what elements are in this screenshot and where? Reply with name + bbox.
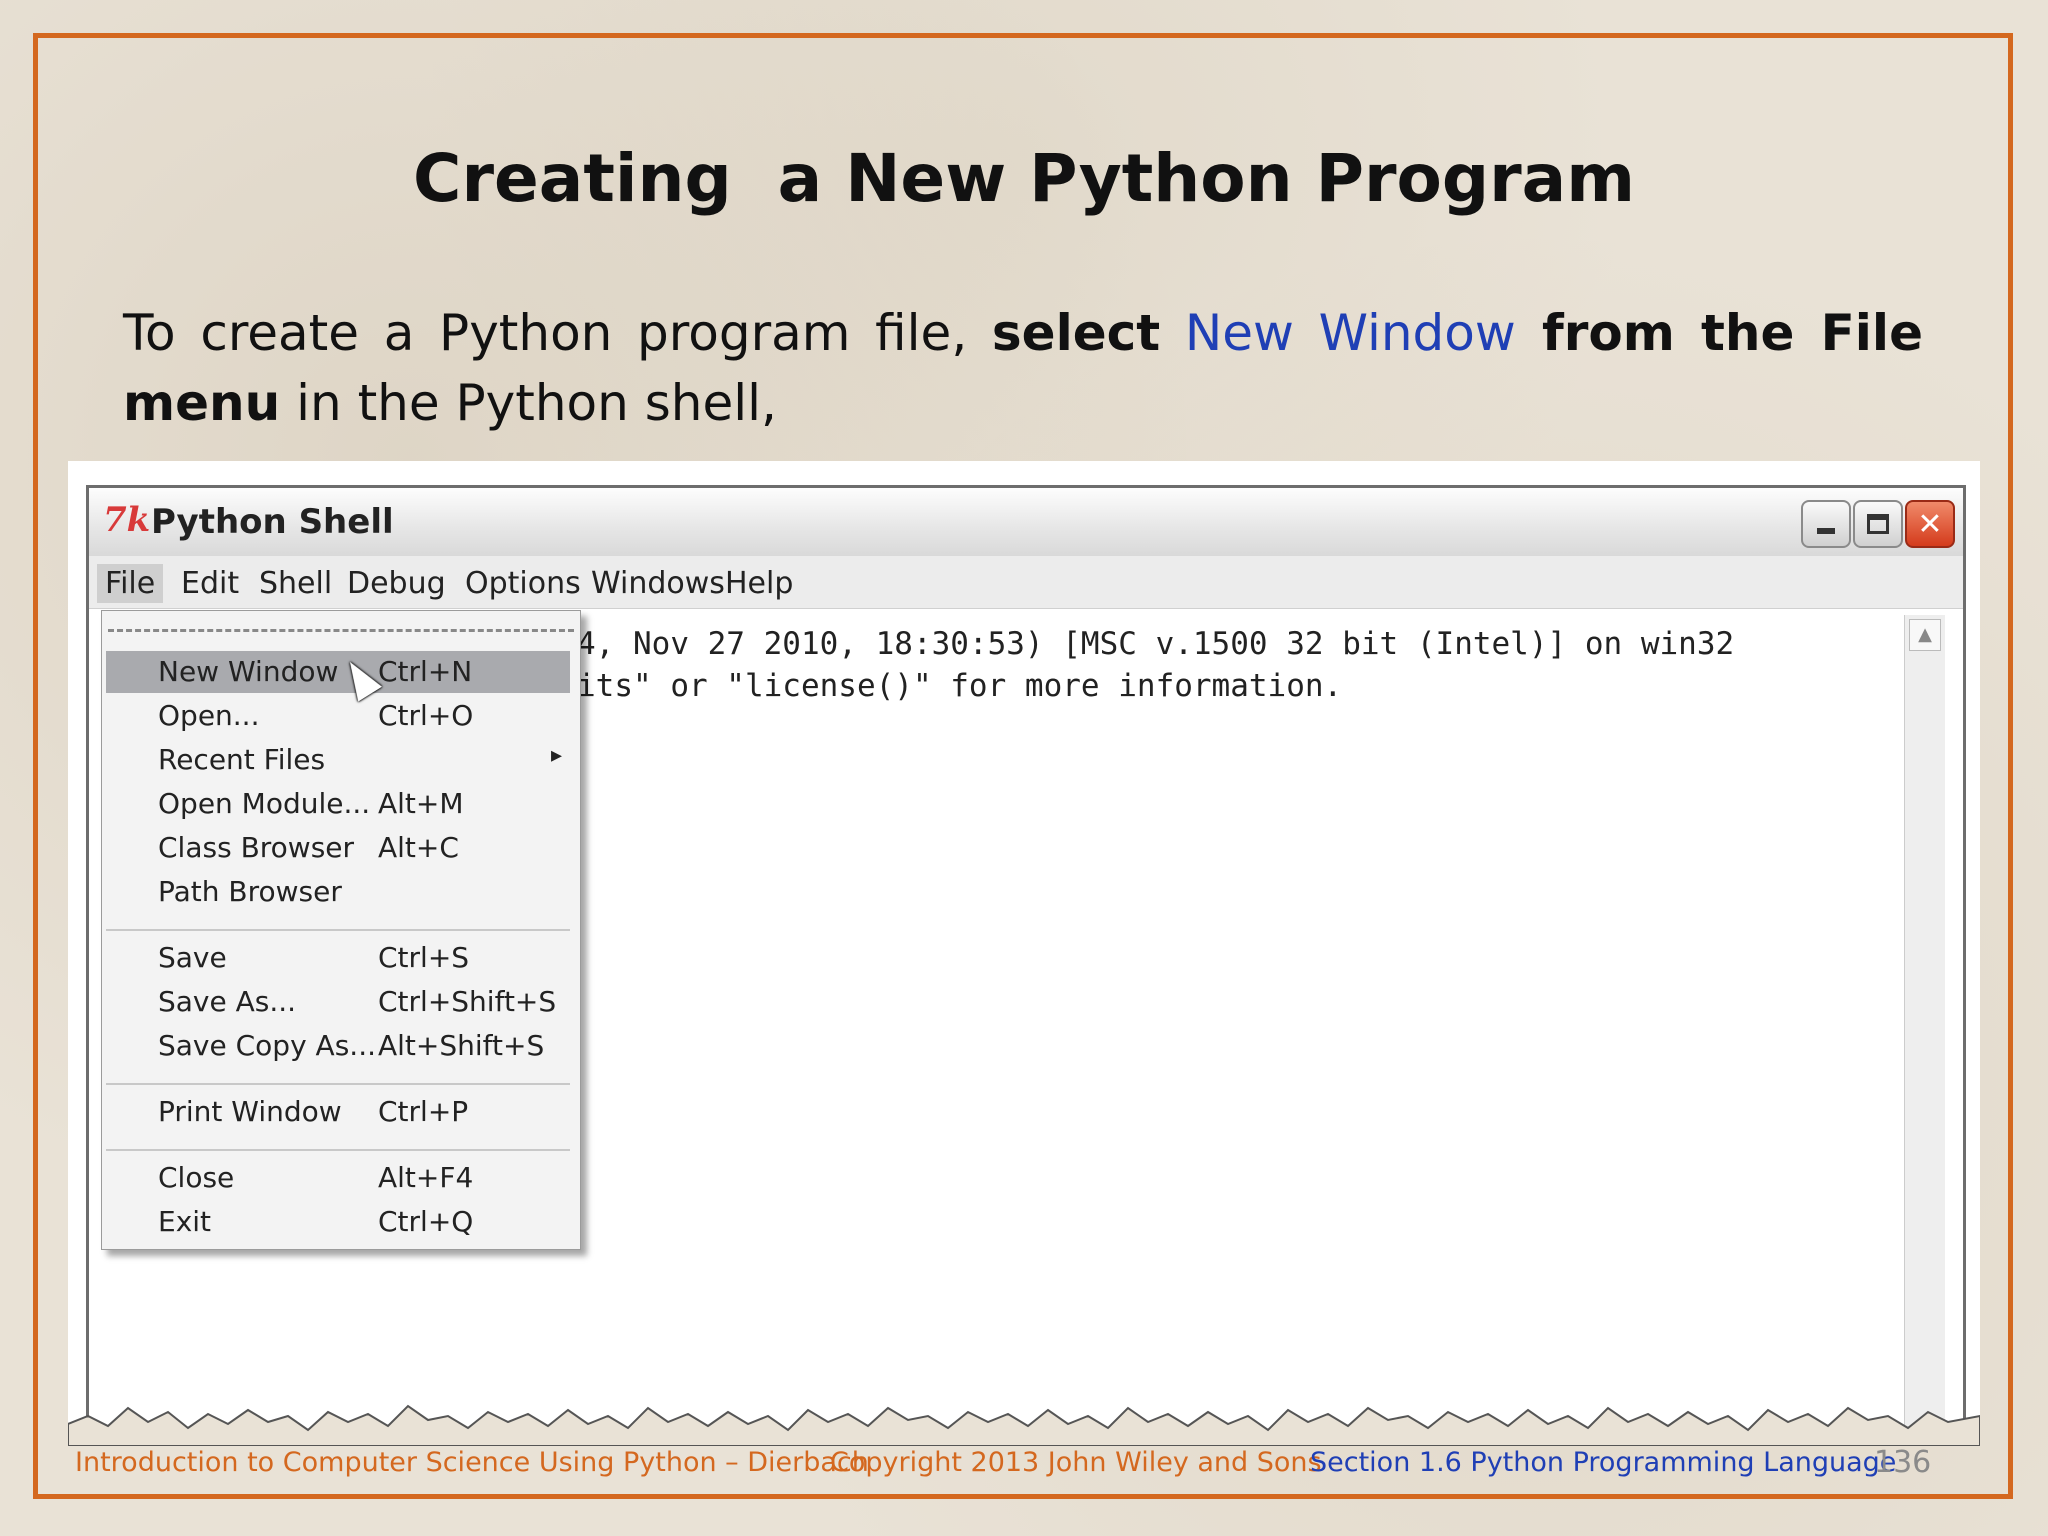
shell-line: its" or "license()" for more information… (577, 668, 1343, 704)
menu-item-label: Save Copy As... (158, 1029, 376, 1062)
menu-item-open-module[interactable]: Open Module... Alt+M (106, 783, 570, 825)
menu-item-shortcut: Ctrl+N (378, 655, 473, 688)
shell-line: 4, Nov 27 2010, 18:30:53) [MSC v.1500 32… (577, 626, 1735, 662)
menu-item-shortcut: Alt+Shift+S (378, 1029, 545, 1062)
file-menu-dropdown: New Window Ctrl+N Open... Ctrl+O Recent … (101, 610, 581, 1250)
menu-item-shortcut: Ctrl+Shift+S (378, 985, 557, 1018)
window-titlebar[interactable]: 7k Python Shell ✕ (89, 488, 1963, 556)
menu-item-label: Exit (158, 1205, 212, 1238)
minimize-button[interactable] (1801, 500, 1851, 548)
menu-item-save[interactable]: Save Ctrl+S (106, 937, 570, 979)
footer-section: Section 1.6 Python Programming Language (1310, 1447, 1897, 1478)
menu-item-shortcut: Ctrl+Q (378, 1205, 474, 1238)
menu-item-label: Path Browser (158, 875, 342, 908)
menu-file[interactable]: File (97, 564, 164, 603)
vertical-scrollbar[interactable]: ▲ (1904, 615, 1945, 1445)
menu-item-shortcut: Ctrl+P (378, 1095, 469, 1128)
menu-edit[interactable]: Edit (173, 564, 247, 603)
minimize-icon (1817, 528, 1835, 534)
menu-item-label: Recent Files (158, 743, 326, 776)
menu-item-exit[interactable]: Exit Ctrl+Q (106, 1201, 570, 1243)
menu-item-print-window[interactable]: Print Window Ctrl+P (106, 1091, 570, 1133)
menubar: File Edit Shell Debug Options Windows He… (89, 556, 1963, 609)
menu-item-open[interactable]: Open... Ctrl+O (106, 695, 570, 737)
menu-item-label: Save (158, 941, 227, 974)
tearoff-line[interactable] (108, 629, 574, 632)
close-button[interactable]: ✕ (1905, 500, 1955, 548)
menu-item-recent-files[interactable]: Recent Files ▸ (106, 739, 570, 781)
body-bold-select: select (991, 304, 1161, 362)
maximize-icon (1867, 514, 1889, 534)
body-text-2: in the Python shell, (280, 374, 777, 432)
scroll-up-icon[interactable]: ▲ (1909, 619, 1941, 651)
slide-page-number: 136 (1874, 1445, 1932, 1480)
tk-logo-icon: 7k (103, 500, 151, 540)
menu-item-label: New Window (158, 655, 339, 688)
maximize-button[interactable] (1853, 500, 1903, 548)
menu-item-label: Open Module... (158, 787, 371, 820)
close-icon: ✕ (1917, 506, 1943, 542)
footer-copyright: Copyright 2013 John Wiley and Sons (830, 1447, 1322, 1478)
python-shell-window: 7k Python Shell ✕ File Edit Shell Debug … (86, 485, 1966, 1445)
menu-item-label: Open... (158, 699, 260, 732)
menu-item-shortcut: Alt+C (378, 831, 459, 864)
menu-item-label: Print Window (158, 1095, 342, 1128)
body-space (1160, 304, 1185, 362)
menu-separator (106, 1149, 570, 1151)
menu-item-label: Close (158, 1161, 235, 1194)
menu-shell[interactable]: Shell (251, 564, 340, 603)
menu-item-shortcut: Alt+M (378, 787, 464, 820)
footer-book: Introduction to Computer Science Using P… (75, 1447, 869, 1478)
slide-title: Creating a New Python Program (413, 140, 1635, 217)
menu-item-label: Class Browser (158, 831, 355, 864)
menu-item-label: Save As... (158, 985, 297, 1018)
submenu-arrow-icon: ▸ (550, 743, 562, 768)
menu-debug[interactable]: Debug (339, 564, 454, 603)
body-link-new-window: New Window (1184, 304, 1516, 362)
menu-item-path-browser[interactable]: Path Browser (106, 871, 570, 913)
menu-item-close[interactable]: Close Alt+F4 (106, 1157, 570, 1199)
python-shell-screenshot: 7k Python Shell ✕ File Edit Shell Debug … (68, 461, 1980, 1446)
menu-item-save-as[interactable]: Save As... Ctrl+Shift+S (106, 981, 570, 1023)
menu-item-new-window[interactable]: New Window Ctrl+N (106, 651, 570, 693)
slide-body: To create a Python program file, select … (123, 298, 1923, 438)
menu-windows[interactable]: Windows (583, 564, 733, 603)
window-title: Python Shell (151, 502, 394, 542)
menu-item-class-browser[interactable]: Class Browser Alt+C (106, 827, 570, 869)
menu-separator (106, 929, 570, 931)
torn-edge-decoration (68, 1404, 1980, 1446)
menu-help[interactable]: Help (717, 564, 801, 603)
menu-item-shortcut: Ctrl+O (378, 699, 474, 732)
menu-separator (106, 1083, 570, 1085)
menu-item-save-copy-as[interactable]: Save Copy As... Alt+Shift+S (106, 1025, 570, 1067)
shell-output: 4, Nov 27 2010, 18:30:53) [MSC v.1500 32… (577, 623, 1734, 707)
menu-item-shortcut: Ctrl+S (378, 941, 470, 974)
menu-item-shortcut: Alt+F4 (378, 1161, 474, 1194)
menu-options[interactable]: Options (457, 564, 589, 603)
body-text-1: To create a Python program file, (123, 304, 992, 362)
